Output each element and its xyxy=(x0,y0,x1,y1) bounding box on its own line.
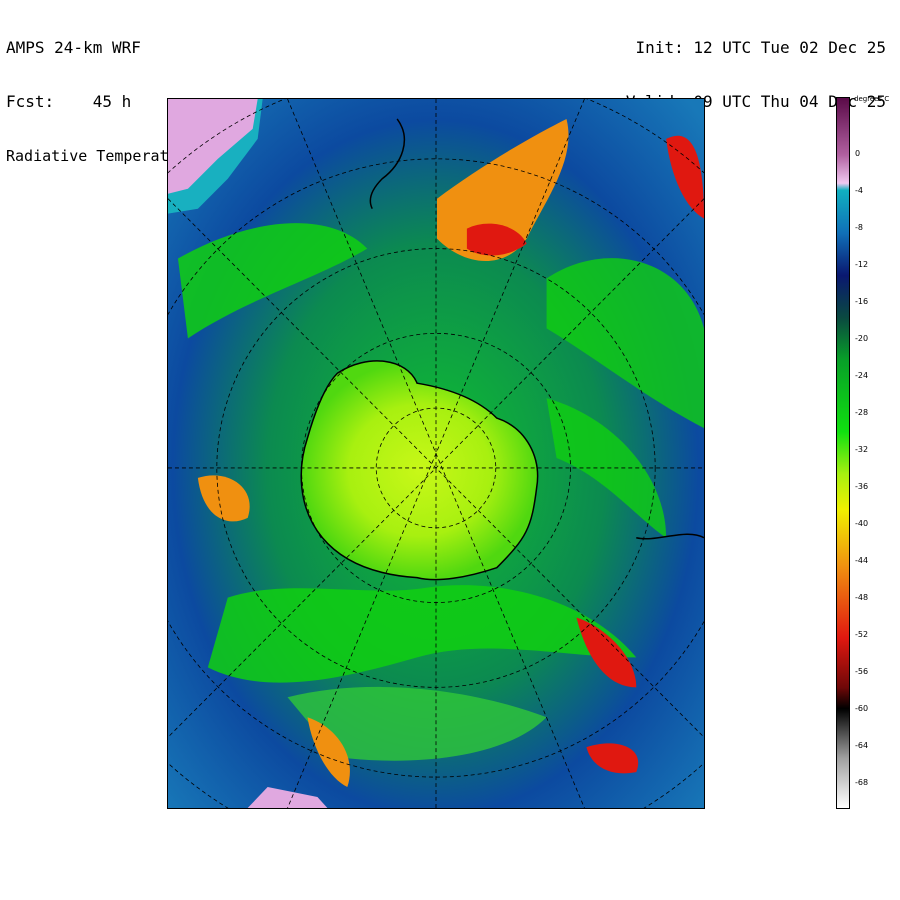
colorbar-label: -12 xyxy=(855,260,869,269)
colorbar-label: -24 xyxy=(855,371,869,380)
model-title: AMPS 24-km WRF xyxy=(6,38,141,57)
colorbar-label: -48 xyxy=(855,593,869,602)
colorbar-label: -44 xyxy=(855,556,869,565)
colorbar-label: -32 xyxy=(855,445,869,454)
colorbar-label: -64 xyxy=(855,741,869,750)
colorbar-label: -60 xyxy=(855,704,869,713)
colorbar-label: -36 xyxy=(855,482,869,491)
colorbar-label: -16 xyxy=(855,297,869,306)
colorbar-label: 0 xyxy=(855,149,861,158)
colorbar-gradient xyxy=(837,98,849,808)
colorbar-label: -20 xyxy=(855,334,869,343)
colorbar-label: -52 xyxy=(855,630,869,639)
colorbar xyxy=(836,97,850,809)
colorbar-label: -28 xyxy=(855,408,869,417)
map-svg xyxy=(168,99,704,808)
map-panel xyxy=(167,98,705,809)
colorbar-unit: degrees C xyxy=(854,95,890,103)
colorbar-label: -40 xyxy=(855,519,869,528)
colorbar-label: -8 xyxy=(855,223,863,232)
colorbar-svg xyxy=(837,98,849,808)
init-time: Init: 12 UTC Tue 02 Dec 25 xyxy=(635,38,886,57)
colorbar-label: -4 xyxy=(855,186,863,195)
colorbar-label: -68 xyxy=(855,778,869,787)
colorbar-label: -56 xyxy=(855,667,869,676)
